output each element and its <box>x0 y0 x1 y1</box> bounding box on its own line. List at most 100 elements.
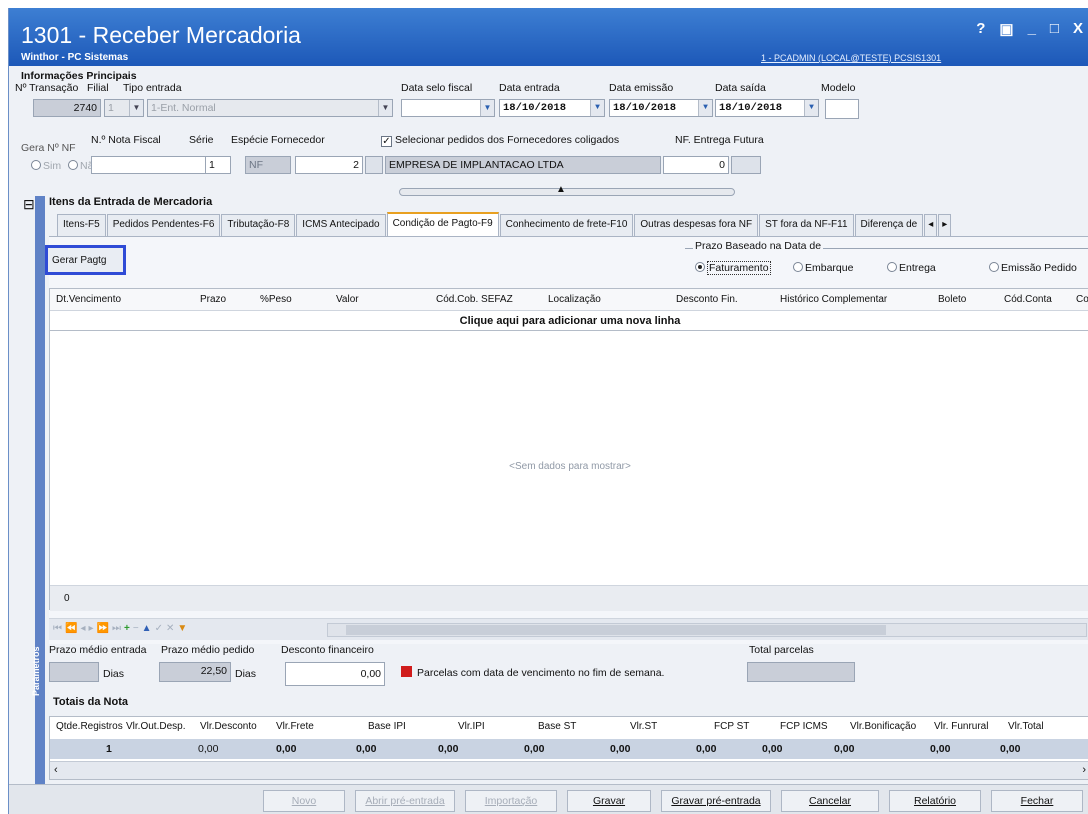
entrega-radio[interactable] <box>887 262 897 272</box>
column-valor[interactable]: Valor <box>336 289 359 311</box>
tab-outras-despesas[interactable]: Outras despesas fora NF <box>634 214 759 236</box>
tab-diferenca[interactable]: Diferença de <box>854 214 924 236</box>
minimize-icon[interactable]: _ <box>1028 20 1036 38</box>
refresh-record-icon[interactable]: ▼ <box>177 623 187 634</box>
col-base-ipi[interactable]: Base IPI <box>368 721 406 732</box>
col-vlr-ipi[interactable]: Vlr.IPI <box>458 721 485 732</box>
tab-itens[interactable]: Itens-F5 <box>57 214 106 236</box>
filial-select[interactable]: 1 ▼ <box>104 99 144 117</box>
section-splitter[interactable]: ▲ <box>399 184 735 196</box>
scrollbar-thumb[interactable] <box>346 625 886 635</box>
column-localizacao[interactable]: Localização <box>548 289 601 311</box>
abrir-pre-entrada-button[interactable]: Abrir pré-entrada <box>355 790 455 812</box>
nota-fiscal-field[interactable]: 1 <box>91 156 215 174</box>
user-info-link[interactable]: 1 - PCADMIN (LOCAL@TESTE) PCSIS1301 <box>761 53 941 63</box>
prazo-emissao-pedido-option[interactable]: Emissão Pedido <box>989 262 1077 274</box>
col-vlr-desconto[interactable]: Vlr.Desconto <box>200 721 257 732</box>
transacao-field[interactable]: 2740 <box>33 99 101 117</box>
chevron-down-icon[interactable]: ▼ <box>378 100 392 116</box>
novo-button[interactable]: Novo <box>263 790 345 812</box>
cancelar-button[interactable]: Cancelar <box>781 790 879 812</box>
column-desconto-fin[interactable]: Desconto Fin. <box>676 289 738 311</box>
prev-page-icon[interactable]: ⏪ <box>65 623 77 634</box>
desconto-financeiro-field[interactable]: 0,00 <box>285 662 385 686</box>
calendar-dropdown-icon[interactable]: ▼ <box>590 100 604 116</box>
prazo-faturamento-option[interactable]: Faturamento <box>695 261 771 275</box>
last-record-icon[interactable]: ⏭ <box>112 623 121 634</box>
gravar-button[interactable]: Gravar <box>567 790 651 812</box>
fechar-button[interactable]: Fechar <box>991 790 1083 812</box>
relatorio-button[interactable]: Relatório <box>889 790 981 812</box>
column-cod-cob-sefaz[interactable]: Cód.Cob. SEFAZ <box>436 289 513 311</box>
column-boleto[interactable]: Boleto <box>938 289 966 311</box>
gerar-pagto-button[interactable]: Gerar Pagtg <box>45 245 126 275</box>
data-selo-field[interactable]: ▼ <box>401 99 495 117</box>
help-icon[interactable]: ? <box>976 20 985 38</box>
embarque-radio[interactable] <box>793 262 803 272</box>
calendar-dropdown-icon[interactable]: ▼ <box>480 100 494 116</box>
nao-radio[interactable] <box>68 160 79 170</box>
tab-scroll-left-icon[interactable]: ◂ <box>924 214 938 236</box>
column-cod-conta[interactable]: Cód.Conta <box>1004 289 1052 311</box>
data-entrada-field[interactable]: 18/10/2018 ▼ <box>499 99 605 117</box>
column-historico[interactable]: Histórico Complementar <box>780 289 887 311</box>
close-icon[interactable]: X <box>1073 20 1083 38</box>
serie-field[interactable]: 1 <box>205 156 231 174</box>
tab-condicao-pagto[interactable]: Condição de Pagto-F9 <box>386 212 499 236</box>
next-page-icon[interactable]: ⏩ <box>97 623 109 634</box>
emissao-pedido-radio[interactable] <box>989 262 999 272</box>
col-qtde-registros[interactable]: Qtde.Registros <box>56 721 123 732</box>
add-record-icon[interactable]: + <box>124 623 130 634</box>
delete-record-icon[interactable]: − <box>133 623 139 634</box>
tab-pedidos-pendentes[interactable]: Pedidos Pendentes-F6 <box>106 214 221 236</box>
prazo-entrega-option[interactable]: Entrega <box>887 262 936 274</box>
col-vlr-bonificacao[interactable]: Vlr.Bonificação <box>850 721 916 732</box>
col-base-st[interactable]: Base ST <box>538 721 576 732</box>
fornecedor-search-button[interactable] <box>365 156 383 174</box>
calendar-dropdown-icon[interactable]: ▼ <box>804 100 818 116</box>
col-fcp-st[interactable]: FCP ST <box>714 721 749 732</box>
post-record-icon[interactable]: ✓ <box>155 623 163 634</box>
prazo-embarque-option[interactable]: Embarque <box>793 262 853 274</box>
tab-icms-antecipado[interactable]: ICMS Antecipado <box>296 214 386 236</box>
column-dt-vencimento[interactable]: Dt.Vencimento <box>56 289 121 311</box>
sim-radio[interactable] <box>31 160 41 170</box>
fornecedor-field[interactable]: 2 <box>295 156 363 174</box>
add-new-row[interactable]: Clique aqui para adicionar uma nova linh… <box>50 311 1088 331</box>
col-vlr-st[interactable]: Vlr.ST <box>630 721 657 732</box>
entrega-futura-search-button[interactable] <box>731 156 761 174</box>
column-co[interactable]: Co <box>1076 289 1088 311</box>
restore-icon[interactable]: ▣ <box>999 20 1013 38</box>
pin-icon[interactable]: ⊟ <box>23 196 35 213</box>
scroll-right-icon[interactable]: › <box>1082 764 1086 776</box>
col-fcp-icms[interactable]: FCP ICMS <box>780 721 828 732</box>
col-vlr-total[interactable]: Vlr.Total <box>1008 721 1044 732</box>
totais-horizontal-scrollbar[interactable]: ‹ › <box>50 761 1088 779</box>
importacao-button[interactable]: Importação <box>465 790 557 812</box>
first-record-icon[interactable]: ⏮ <box>53 623 62 634</box>
next-record-icon[interactable]: ▸ <box>88 623 93 634</box>
scroll-left-icon[interactable]: ‹ <box>54 764 58 776</box>
faturamento-radio[interactable] <box>695 262 705 272</box>
tab-tributacao[interactable]: Tributação-F8 <box>221 214 296 236</box>
modelo-field[interactable] <box>825 99 859 119</box>
cancel-record-icon[interactable]: ✕ <box>166 623 174 634</box>
edit-record-icon[interactable]: ▲ <box>142 623 152 634</box>
tipo-entrada-select[interactable]: 1-Ent. Normal ▼ <box>147 99 393 117</box>
data-saida-field[interactable]: 18/10/2018 ▼ <box>715 99 819 117</box>
prev-record-icon[interactable]: ◂ <box>80 623 85 634</box>
maximize-icon[interactable]: □ <box>1050 20 1059 38</box>
chevron-down-icon[interactable]: ▼ <box>129 100 143 116</box>
data-emissao-field[interactable]: 18/10/2018 ▼ <box>609 99 713 117</box>
col-vlr-funrural[interactable]: Vlr. Funrural <box>934 721 988 732</box>
column-peso[interactable]: %Peso <box>260 289 292 311</box>
tab-st-fora-nf[interactable]: ST fora da NF-F11 <box>759 214 854 236</box>
calendar-dropdown-icon[interactable]: ▼ <box>698 100 712 116</box>
gravar-pre-entrada-button[interactable]: Gravar pré-entrada <box>661 790 771 812</box>
parametros-side-panel[interactable]: Parâmetros <box>31 196 45 792</box>
grid-horizontal-scrollbar[interactable] <box>327 623 1087 637</box>
tab-scroll-right-icon[interactable]: ▸ <box>938 214 952 236</box>
tab-conhecimento-frete[interactable]: Conhecimento de frete-F10 <box>499 214 634 236</box>
entrega-futura-field[interactable]: 0 <box>663 156 729 174</box>
column-prazo[interactable]: Prazo <box>200 289 226 311</box>
